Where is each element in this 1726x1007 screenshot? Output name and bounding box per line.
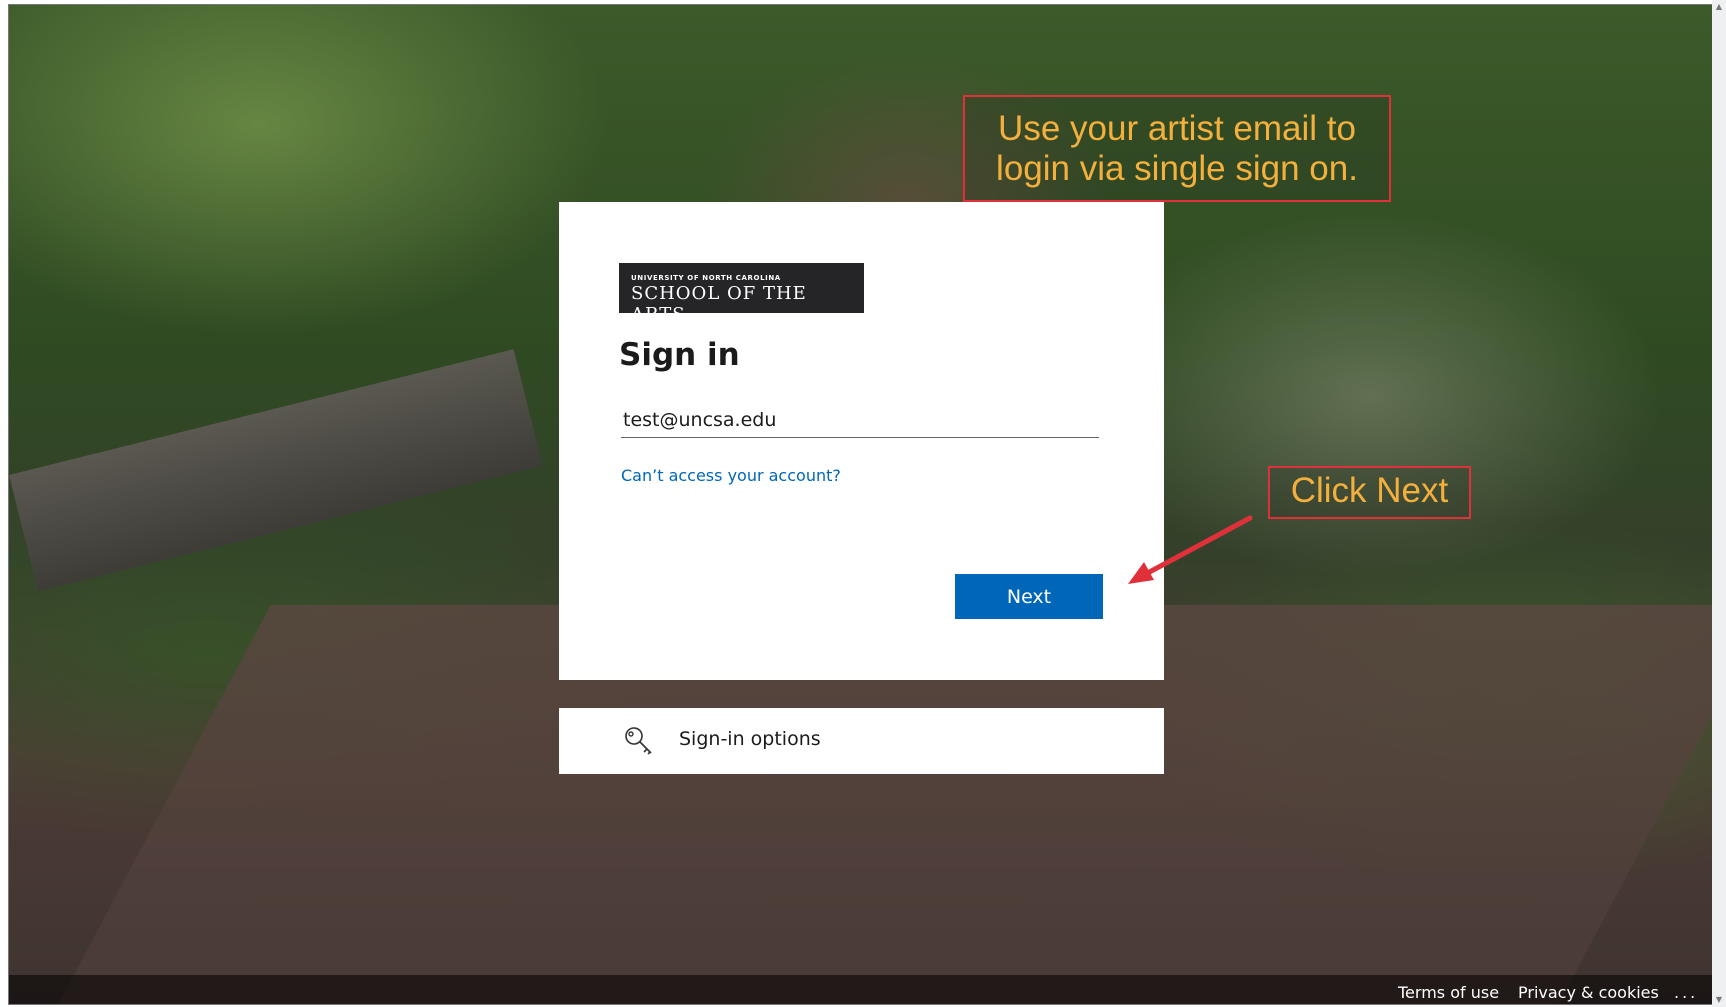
stone-wall [9, 349, 543, 592]
scrollbar[interactable]: ▲ ▼ [1712, 0, 1726, 1007]
more-options-button[interactable]: ... [1674, 983, 1698, 1002]
footer-bar: Terms of use Privacy & cookies ... [9, 975, 1715, 1004]
cant-access-link[interactable]: Can’t access your account? [621, 466, 841, 485]
logo-big-text: SCHOOL OF THE ARTS [631, 283, 807, 325]
scroll-up-icon[interactable]: ▲ [1712, 0, 1726, 14]
next-button[interactable]: Next [955, 574, 1103, 619]
sign-in-options-label: Sign-in options [679, 728, 821, 750]
callout-email-hint: Use your artist email to login via singl… [963, 95, 1391, 202]
key-search-icon [625, 727, 652, 755]
callout-arrow-icon [1128, 515, 1253, 584]
privacy-link[interactable]: Privacy & cookies [1518, 983, 1659, 1002]
terms-link[interactable]: Terms of use [1398, 983, 1499, 1002]
sign-in-options-button[interactable]: Sign-in options [559, 708, 1164, 774]
logo-small-text: UNIVERSITY OF NORTH CAROLINA [631, 274, 781, 282]
callout-next-hint: Click Next [1268, 466, 1471, 519]
sign-in-card: UNIVERSITY OF NORTH CAROLINA SCHOOL OF T… [559, 202, 1164, 680]
email-field[interactable] [621, 402, 1099, 438]
scroll-down-icon[interactable]: ▼ [1712, 993, 1726, 1007]
page-title: Sign in [619, 337, 740, 373]
uncsa-logo: UNIVERSITY OF NORTH CAROLINA SCHOOL OF T… [619, 263, 864, 325]
